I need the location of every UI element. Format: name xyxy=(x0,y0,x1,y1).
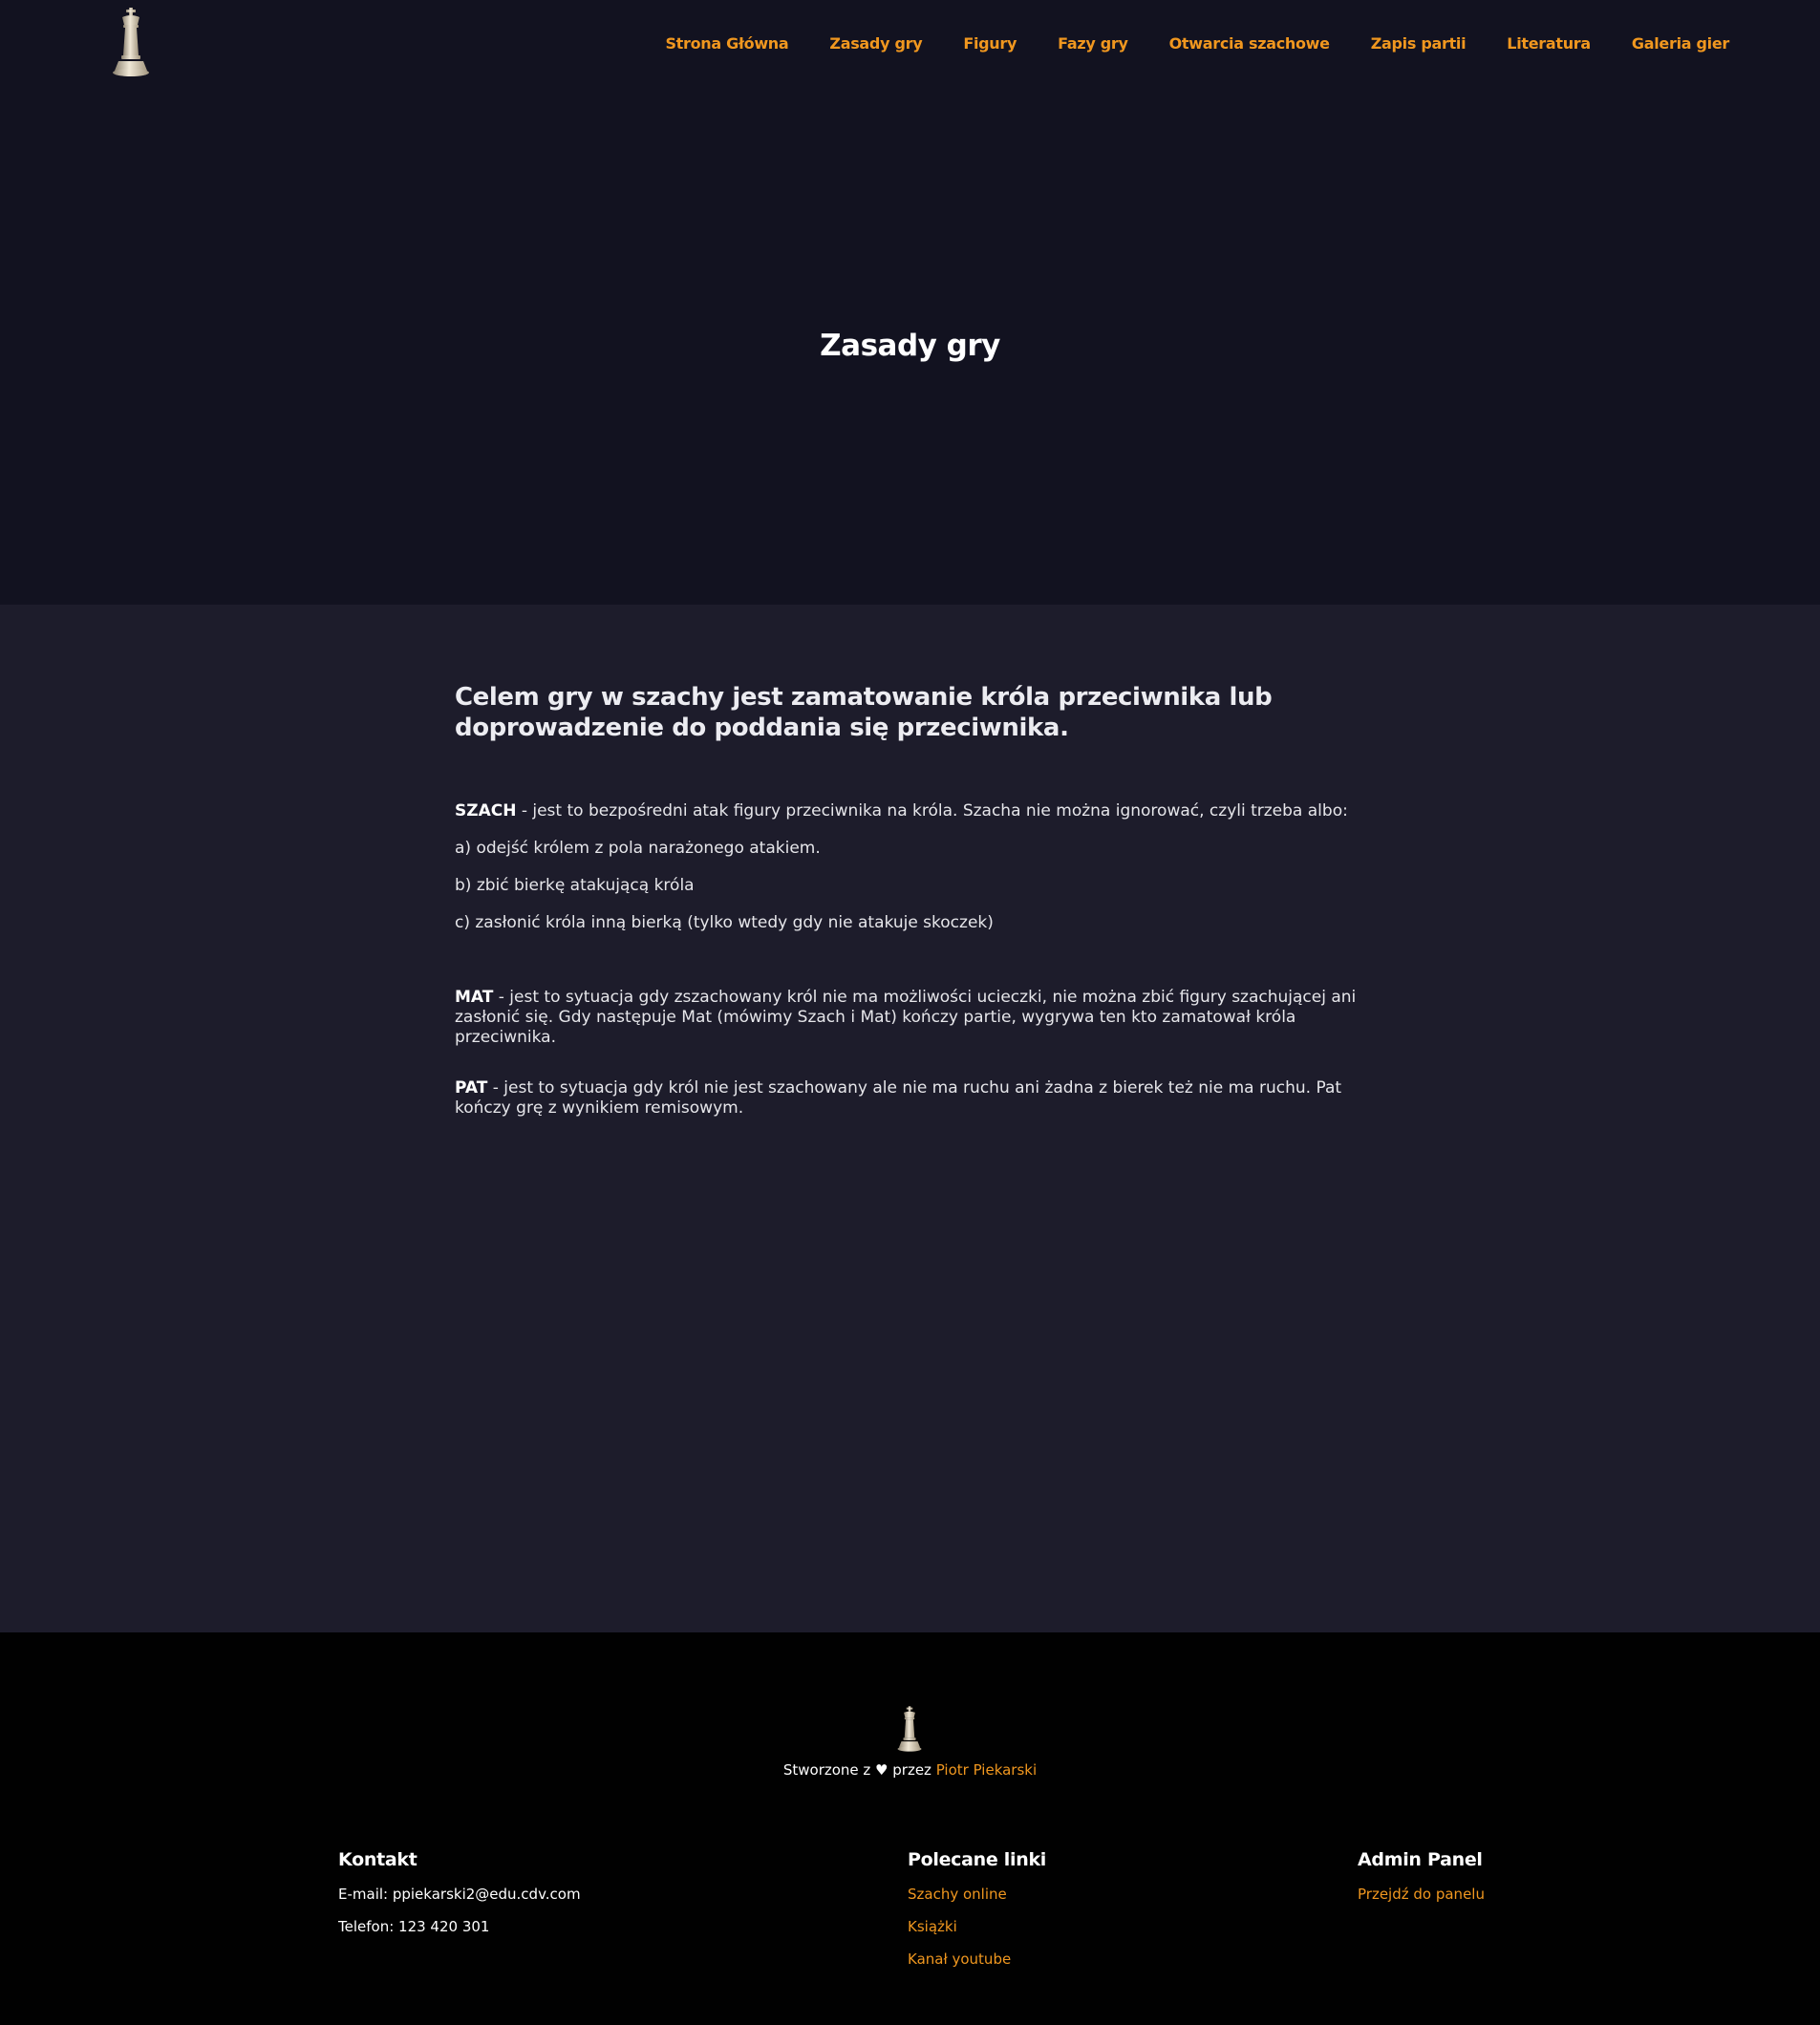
pat-paragraph: PAT - jest to sytuacja gdy król nie jest… xyxy=(455,1078,1372,1119)
szach-option-a: a) odejść królem z pola narażonego ataki… xyxy=(455,839,821,858)
footer-links: Polecane linki Szachy online Książki Kan… xyxy=(908,1849,1046,1983)
links-heading: Polecane linki xyxy=(908,1849,1046,1870)
nav-item-openings[interactable]: Otwarcia szachowe xyxy=(1169,34,1330,53)
pat-term: PAT xyxy=(455,1078,488,1098)
credit-line: Stworzone z ♥ przez Piotr Piekarski xyxy=(0,1761,1820,1779)
nav-item-literature[interactable]: Literatura xyxy=(1507,34,1591,53)
rules-content: Celem gry w szachy jest zamatowanie król… xyxy=(455,682,1372,1118)
page-title: Zasady gry xyxy=(820,329,1000,363)
nav-item-notation[interactable]: Zapis partii xyxy=(1371,34,1467,53)
link-youtube[interactable]: Kanał youtube xyxy=(908,1950,1046,1983)
author-link[interactable]: Piotr Piekarski xyxy=(936,1761,1037,1779)
hero-header: Strona Główna Zasady gry Figury Fazy gry… xyxy=(0,0,1820,605)
szach-text: - jest to bezpośredni atak figury przeci… xyxy=(516,801,1348,821)
admin-panel-link[interactable]: Przejdź do panelu xyxy=(1358,1886,1485,1918)
nav-item-phases[interactable]: Fazy gry xyxy=(1058,34,1128,53)
contact-heading: Kontakt xyxy=(338,1849,418,1870)
page: Strona Główna Zasady gry Figury Fazy gry… xyxy=(0,0,1820,2025)
footer-admin: Admin Panel Przejdź do panelu xyxy=(1358,1849,1485,1918)
mat-paragraph: MAT - jest to sytuacja gdy zszachowany k… xyxy=(455,988,1372,1048)
szach-option-b: b) zbić bierkę atakującą króla xyxy=(455,876,695,895)
chess-king-icon[interactable] xyxy=(111,6,151,78)
mat-term: MAT xyxy=(455,988,494,1007)
credit-prefix: Stworzone z ♥ przez xyxy=(782,1761,936,1779)
lead-heading: Celem gry w szachy jest zamatowanie król… xyxy=(455,683,1273,742)
mat-text: - jest to sytuacja gdy zszachowany król … xyxy=(455,988,1357,1047)
nav-item-pieces[interactable]: Figury xyxy=(963,34,1017,53)
nav-item-gallery[interactable]: Galeria gier xyxy=(1632,34,1729,53)
nav-item-home[interactable]: Strona Główna xyxy=(665,34,788,53)
nav-item-rules[interactable]: Zasady gry xyxy=(829,34,922,53)
footer: Stworzone z ♥ przez Piotr Piekarski Kont… xyxy=(0,1632,1820,2025)
contact-email: E-mail: ppiekarski2@edu.cdv.com xyxy=(338,1886,581,1903)
contact-phone: Telefon: 123 420 301 xyxy=(338,1918,490,1935)
link-chess-online[interactable]: Szachy online xyxy=(908,1886,1046,1918)
admin-heading: Admin Panel xyxy=(1358,1849,1483,1870)
link-books[interactable]: Książki xyxy=(908,1918,1046,1950)
szach-option-c: c) zasłonić króla inną bierką (tylko wte… xyxy=(455,913,994,932)
szach-term: SZACH xyxy=(455,801,517,821)
pat-text: - jest to sytuacja gdy król nie jest sza… xyxy=(455,1078,1342,1118)
chess-king-icon xyxy=(897,1706,922,1752)
szach-paragraph: SZACH - jest to bezpośredni atak figury … xyxy=(455,801,1372,821)
main-nav: Strona Główna Zasady gry Figury Fazy gry… xyxy=(665,34,1729,53)
footer-contact: Kontakt E-mail: ppiekarski2@edu.cdv.com … xyxy=(338,1849,581,1950)
